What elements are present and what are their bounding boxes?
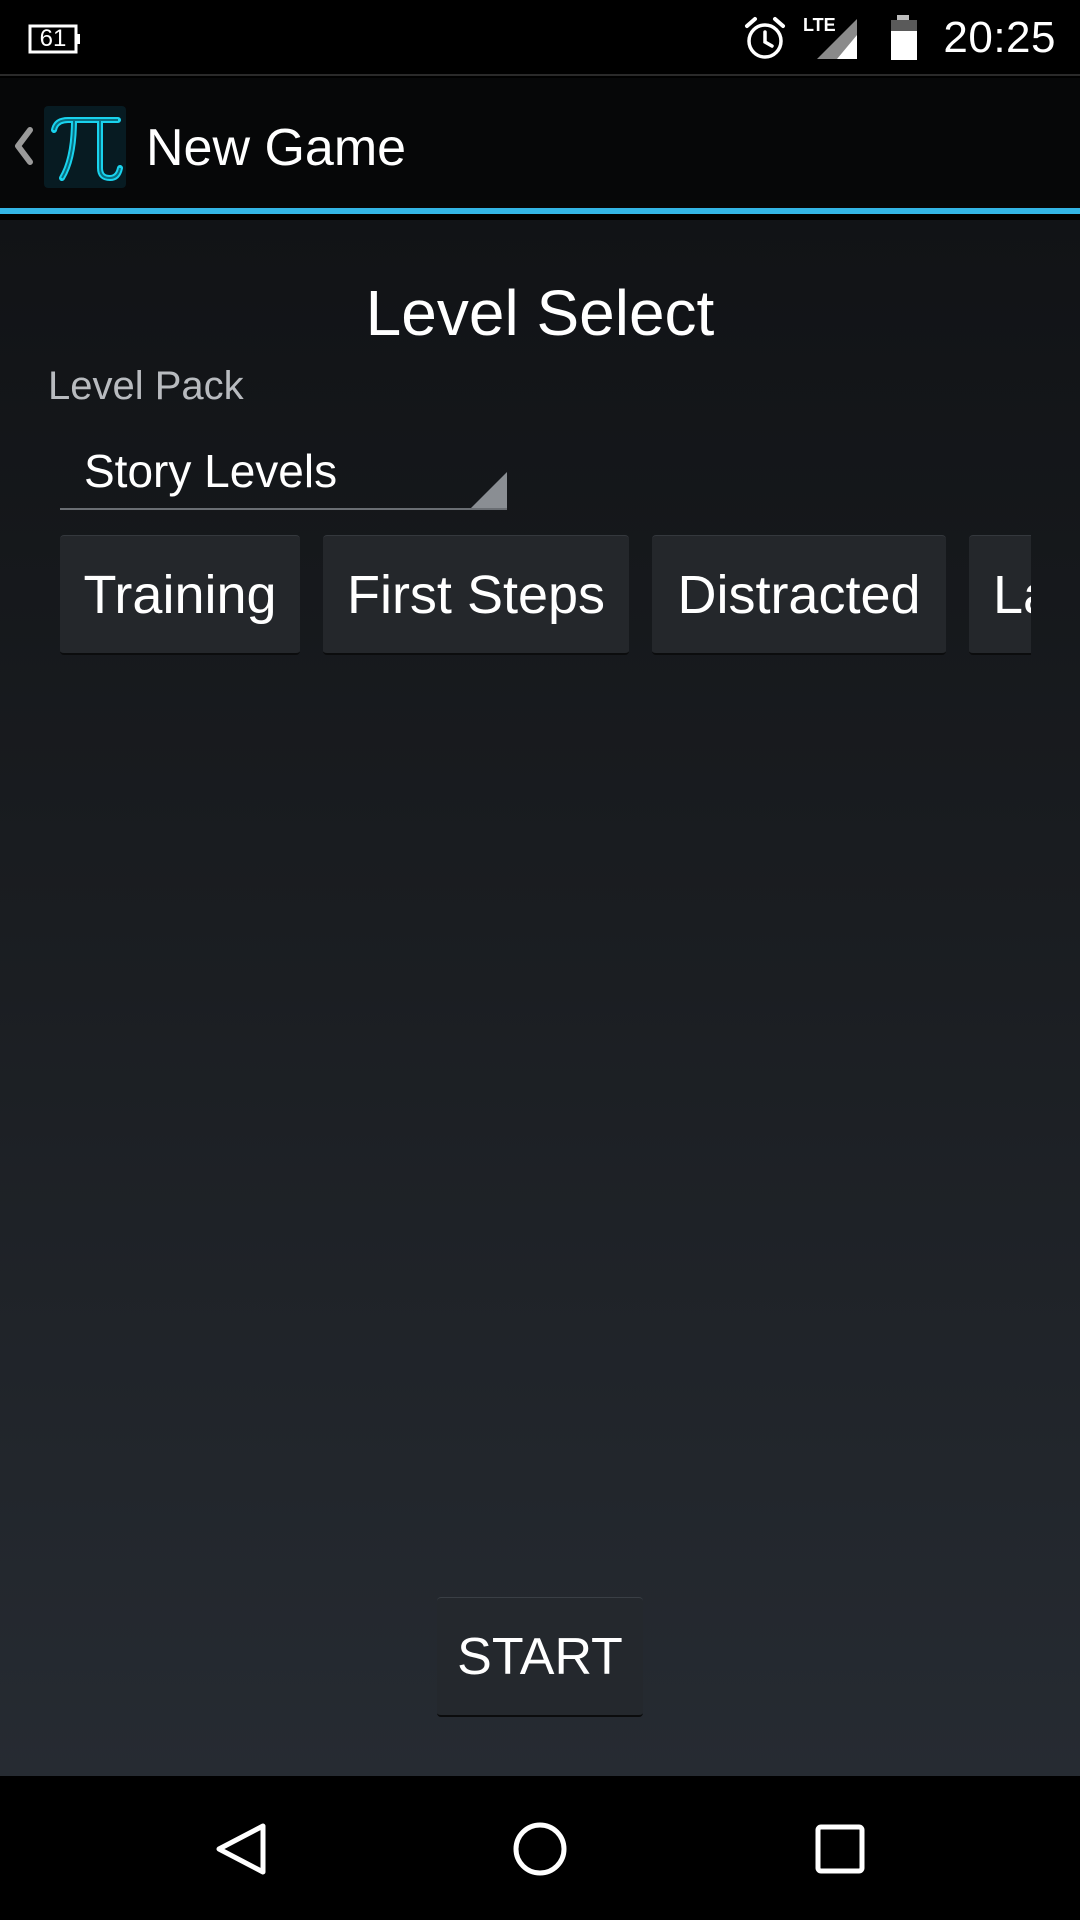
notification-badge-count: 61 bbox=[40, 25, 67, 52]
nav-back-button[interactable] bbox=[205, 1814, 275, 1884]
pi-icon bbox=[51, 117, 123, 181]
level-select-content: Level Select Level Pack Story Levels Tra… bbox=[0, 220, 1080, 1776]
battery-icon bbox=[891, 15, 918, 60]
action-bar: New Game bbox=[0, 78, 1080, 214]
level-pack-spinner[interactable]: Story Levels bbox=[60, 434, 507, 510]
alarm-icon bbox=[745, 17, 786, 59]
status-icons: LTE 20:25 bbox=[741, 0, 1056, 76]
start-button[interactable]: START bbox=[437, 1597, 643, 1717]
recents-square-icon bbox=[815, 1824, 865, 1874]
screen-title: New Game bbox=[146, 119, 407, 177]
page-title: Level Select bbox=[365, 277, 715, 349]
up-button[interactable] bbox=[10, 122, 38, 175]
level-pack-selected-value: Story Levels bbox=[84, 445, 338, 497]
status-time: 20:25 bbox=[943, 13, 1056, 62]
nav-home-button[interactable] bbox=[505, 1814, 575, 1884]
back-triangle-icon bbox=[216, 1823, 266, 1875]
level-pack-label: Level Pack bbox=[48, 364, 244, 408]
app-logo[interactable] bbox=[44, 106, 126, 188]
notification-badge: 61 bbox=[28, 18, 82, 63]
level-list[interactable]: Training First Steps Distracted La bbox=[60, 535, 1031, 655]
level-button-partial[interactable]: La bbox=[969, 535, 1031, 655]
screen: 61 LTE 20:25 New Game Level Select Level… bbox=[0, 0, 1080, 1920]
navigation-bar bbox=[0, 1776, 1080, 1920]
network-type-label: LTE bbox=[803, 15, 836, 35]
level-button-first-steps[interactable]: First Steps bbox=[323, 535, 629, 655]
chevron-left-icon bbox=[15, 127, 33, 165]
home-circle-icon bbox=[513, 1822, 567, 1876]
status-bar: 61 LTE 20:25 bbox=[0, 0, 1080, 76]
spinner-triangle-icon bbox=[471, 472, 507, 508]
level-button-training[interactable]: Training bbox=[60, 535, 300, 655]
notification-badge-icon: 61 bbox=[28, 24, 80, 54]
level-button-distracted[interactable]: Distracted bbox=[652, 535, 946, 655]
nav-recents-button[interactable] bbox=[805, 1814, 875, 1884]
lte-signal-icon: LTE bbox=[803, 15, 858, 59]
